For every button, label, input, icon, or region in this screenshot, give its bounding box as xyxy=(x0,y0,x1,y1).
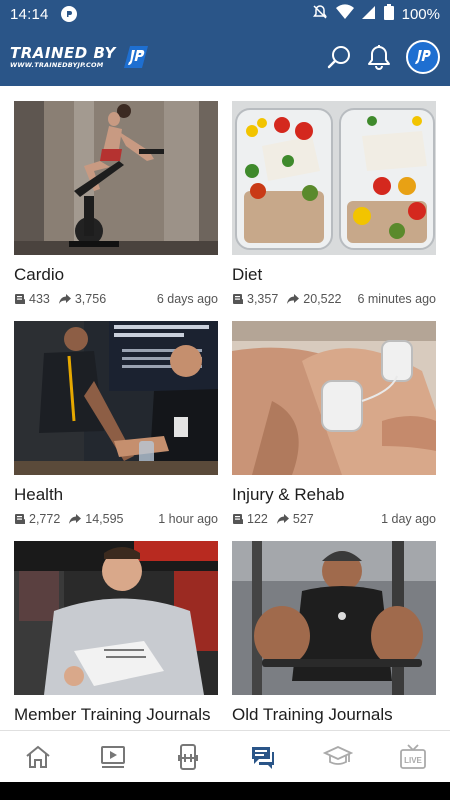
posts-icon xyxy=(233,294,243,304)
battery-percent: 100% xyxy=(401,5,440,23)
home-icon xyxy=(25,745,50,768)
category-meta: 2,772 14,595 1 hour ago xyxy=(14,511,218,527)
app-header: TRAINED BY WWW.TRAINEDBYJP.COM xyxy=(0,28,450,86)
system-navigation-bar xyxy=(0,782,450,800)
wifi-icon xyxy=(335,4,354,24)
nav-workouts[interactable] xyxy=(150,731,225,782)
category-card-cardio[interactable]: Cardio 433 3,756 6 days ago xyxy=(14,101,218,307)
nav-education[interactable] xyxy=(300,731,375,782)
search-icon[interactable] xyxy=(326,44,352,70)
category-meta: 122 527 1 day ago xyxy=(232,511,436,527)
category-grid: Cardio 433 3,756 6 days ago Diet 3,357 2… xyxy=(0,86,450,730)
logo-title: TRAINED BY xyxy=(10,43,116,62)
signal-icon xyxy=(361,4,376,24)
posts-icon xyxy=(233,514,243,524)
nav-home[interactable] xyxy=(0,731,75,782)
jp-avatar-icon xyxy=(415,50,431,64)
app-notification-icon xyxy=(60,6,77,22)
category-card-health[interactable]: Health 2,772 14,595 1 hour ago xyxy=(14,321,218,527)
category-card-old-training-journals[interactable]: Old Training Journals xyxy=(232,541,436,725)
share-icon xyxy=(58,294,71,304)
live-label: LIVE xyxy=(404,756,422,765)
status-bar: 14:14 100% xyxy=(0,0,450,28)
posts-count: 433 xyxy=(29,292,50,306)
app-logo: TRAINED BY WWW.TRAINEDBYJP.COM xyxy=(10,42,150,72)
share-icon xyxy=(69,514,82,524)
last-activity-time: 6 minutes ago xyxy=(357,292,436,306)
nav-forum[interactable] xyxy=(225,731,300,782)
category-card-member-training-journals[interactable]: Member Training Journals xyxy=(14,541,218,725)
shares-count: 20,522 xyxy=(303,292,342,306)
category-title: Diet xyxy=(232,265,263,284)
avatar[interactable] xyxy=(406,40,440,74)
share-icon xyxy=(276,514,289,524)
shares-count: 14,595 xyxy=(85,512,124,526)
category-card-injury-rehab[interactable]: Injury & Rehab 122 527 1 day ago xyxy=(232,321,436,527)
category-title: Cardio xyxy=(14,265,65,284)
injury-rehab-thumbnail[interactable] xyxy=(232,321,436,475)
posts-count: 122 xyxy=(247,512,268,526)
posts-count: 3,357 xyxy=(247,292,279,306)
live-icon: LIVE xyxy=(399,743,426,769)
category-meta: 433 3,756 6 days ago xyxy=(14,291,218,307)
logo-url: WWW.TRAINEDBYJP.COM xyxy=(10,60,104,69)
forum-icon xyxy=(251,746,274,769)
posts-count: 2,772 xyxy=(29,512,61,526)
category-title: Old Training Journals xyxy=(232,705,393,724)
category-title: Injury & Rehab xyxy=(232,485,345,504)
posts-icon xyxy=(15,514,25,524)
mute-icon xyxy=(312,4,328,24)
workout-phone-icon xyxy=(177,743,198,770)
category-meta: 3,357 20,522 6 minutes ago xyxy=(232,291,436,307)
last-activity-time: 6 days ago xyxy=(156,292,218,306)
bell-icon[interactable] xyxy=(366,44,392,70)
diet-thumbnail[interactable] xyxy=(232,101,436,255)
category-title: Health xyxy=(14,485,64,504)
shares-count: 3,756 xyxy=(74,292,107,306)
last-activity-time: 1 day ago xyxy=(381,512,436,526)
jp-logo-icon xyxy=(123,46,148,68)
nav-videos[interactable] xyxy=(75,731,150,782)
education-icon xyxy=(322,745,353,765)
category-title: Member Training Journals xyxy=(14,705,211,724)
health-thumbnail[interactable] xyxy=(14,321,218,475)
member-journals-thumbnail[interactable] xyxy=(14,541,218,695)
nav-live[interactable]: LIVE xyxy=(375,731,450,782)
cardio-thumbnail[interactable] xyxy=(14,101,218,255)
bottom-nav: LIVE xyxy=(0,730,450,782)
status-time: 14:14 xyxy=(10,5,49,23)
video-icon xyxy=(100,745,125,768)
old-journals-thumbnail[interactable] xyxy=(232,541,436,695)
category-card-diet[interactable]: Diet 3,357 20,522 6 minutes ago xyxy=(232,101,436,307)
battery-icon xyxy=(383,4,394,24)
last-activity-time: 1 hour ago xyxy=(158,512,218,526)
posts-icon xyxy=(15,294,25,304)
share-icon xyxy=(287,294,300,304)
shares-count: 527 xyxy=(292,512,314,526)
